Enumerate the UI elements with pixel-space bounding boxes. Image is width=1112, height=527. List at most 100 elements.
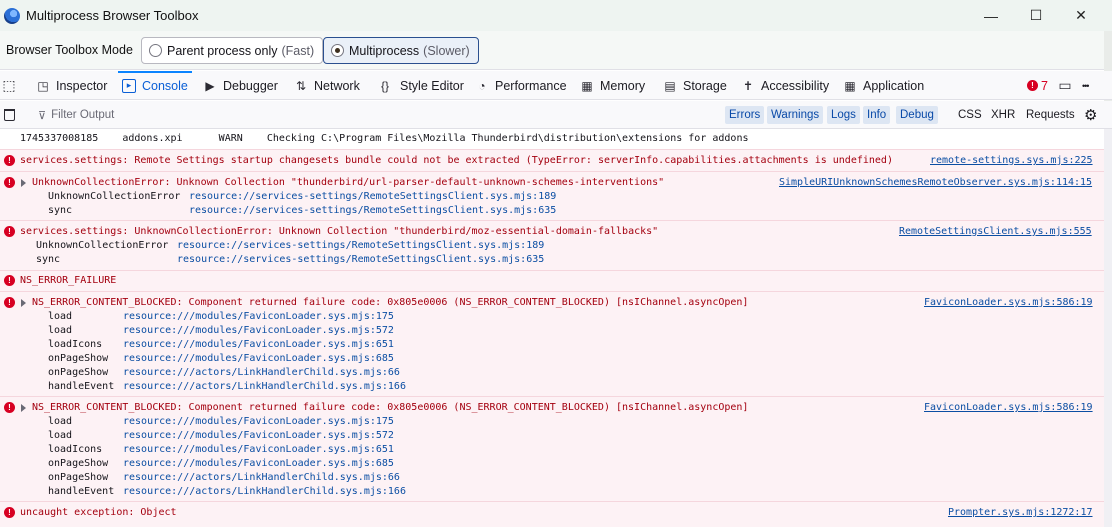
stack-frame-location[interactable]: resource://services-settings/RemoteSetti… — [177, 254, 544, 265]
tab-label: Inspector — [56, 78, 108, 93]
filter-xhr-button[interactable]: XHR — [987, 106, 1019, 124]
stack-frame-location[interactable]: resource:///modules/FaviconLoader.sys.mj… — [123, 353, 394, 364]
stack-frame-location[interactable]: resource:///actors/LinkHandlerChild.sys.… — [123, 367, 400, 378]
devtools-tab-bar: ⬚ ◳ Inspector ▸ Console ▶ Debugger ⇅ Net… — [0, 71, 1112, 100]
tab-console[interactable]: ▸ Console — [118, 71, 192, 100]
close-button[interactable]: ✕ — [1058, 0, 1104, 31]
message-text: NS_ERROR_CONTENT_BLOCKED: Component retu… — [32, 402, 749, 413]
filter-requests-button[interactable]: Requests — [1022, 106, 1079, 124]
stack-frame-location[interactable]: resource:///modules/FaviconLoader.sys.mj… — [123, 325, 394, 336]
console-icon: ▸ — [122, 78, 136, 93]
stack-frame-function: handleEvent — [48, 486, 115, 497]
stack-frame-location[interactable]: resource:///actors/LinkHandlerChild.sys.… — [123, 472, 400, 483]
error-icon: ! — [4, 155, 15, 166]
stack-frame-location[interactable]: resource:///modules/FaviconLoader.sys.mj… — [123, 311, 394, 322]
expand-arrow-icon[interactable] — [21, 404, 26, 412]
message-source-link[interactable]: FaviconLoader.sys.mjs:586:19 — [924, 402, 1093, 413]
message-source-link[interactable]: Prompter.sys.mjs:1272:17 — [948, 507, 1093, 518]
stack-frame-location[interactable]: resource:///modules/FaviconLoader.sys.mj… — [123, 339, 394, 350]
tab-label: Memory — [600, 78, 646, 93]
radio-label: Multiprocess — [349, 43, 420, 58]
filter-css-button[interactable]: CSS — [954, 106, 986, 124]
stack-frame-function: UnknownCollectionError — [48, 191, 181, 202]
toolbox-menu-button[interactable]: ••• — [1082, 71, 1090, 100]
tab-inspector[interactable]: ◳ Inspector — [36, 71, 107, 100]
filter-logs-button[interactable]: Logs — [827, 106, 860, 124]
stack-frame-function: load — [48, 416, 73, 427]
tab-performance[interactable]: ◔ Performance — [475, 71, 567, 100]
stack-frame-location[interactable]: resource:///actors/LinkHandlerChild.sys.… — [123, 381, 406, 392]
console-message: ! services.settings: Remote Settings sta… — [0, 149, 1104, 171]
error-count: 7 — [1041, 78, 1048, 93]
stack-frame-location[interactable]: resource://services-settings/RemoteSetti… — [189, 191, 556, 202]
stack-frame-location[interactable]: resource:///modules/FaviconLoader.sys.mj… — [123, 416, 394, 427]
stack-frame-location[interactable]: resource://services-settings/RemoteSetti… — [189, 205, 556, 216]
element-picker-button[interactable]: ⬚ — [2, 71, 22, 100]
stack-frame-location[interactable]: resource:///modules/FaviconLoader.sys.mj… — [123, 458, 394, 469]
tab-accessibility[interactable]: ✝ Accessibility — [741, 71, 829, 100]
stack-frame-function: loadIcons — [48, 444, 103, 455]
filter-info-button[interactable]: Info — [863, 106, 891, 124]
console-filter-bar: ⊽ Filter Output Errors Warnings Logs Inf… — [0, 101, 1112, 129]
multiprocess-radio[interactable]: Multiprocess (Slower) — [323, 37, 479, 64]
stack-frame-location[interactable]: resource://services-settings/RemoteSetti… — [177, 240, 544, 251]
expand-arrow-icon[interactable] — [21, 299, 26, 307]
tab-style-editor[interactable]: {} Style Editor — [376, 71, 464, 100]
clear-console-button[interactable] — [4, 101, 15, 129]
parent-process-only-radio[interactable]: Parent process only (Fast) — [141, 37, 324, 64]
maximize-button[interactable]: ☐ — [1013, 0, 1059, 31]
error-count-badge[interactable]: ! 7 — [1027, 71, 1048, 100]
error-icon: ! — [4, 402, 15, 413]
stack-frame-function: loadIcons — [48, 339, 103, 350]
toolbox-mode-bar: Browser Toolbox Mode Parent process only… — [0, 31, 1112, 70]
layout-icon: ▭ — [1058, 77, 1072, 93]
memory-icon: ▦ — [581, 78, 593, 93]
element-picker-icon: ⬚ — [2, 77, 16, 93]
filter-output-field[interactable]: ⊽ Filter Output — [38, 101, 114, 129]
console-settings-button[interactable]: ⚙ — [1084, 101, 1097, 129]
tab-storage[interactable]: ▤ Storage — [663, 71, 726, 100]
console-message: ! UnknownCollectionError: Unknown Collec… — [0, 171, 1104, 220]
radio-circle-icon — [149, 44, 162, 57]
tab-memory[interactable]: ▦ Memory — [580, 71, 645, 100]
radio-circle-icon — [331, 44, 344, 57]
message-text: uncaught exception: Object — [20, 507, 177, 518]
tab-label: Accessibility — [761, 78, 830, 93]
stack-frame-location[interactable]: resource:///modules/FaviconLoader.sys.mj… — [123, 444, 394, 455]
console-scrollbar[interactable] — [1104, 129, 1112, 527]
performance-icon: ◔ — [478, 78, 486, 93]
message-text: 1745337008185 addons.xpi WARN Checking C… — [20, 133, 749, 144]
radio-label: Parent process only — [167, 43, 278, 58]
radio-hint: (Slower) — [423, 43, 470, 58]
message-text: services.settings: Remote Settings start… — [20, 155, 893, 166]
filter-debug-button[interactable]: Debug — [896, 106, 938, 124]
stack-frame-location[interactable]: resource:///modules/FaviconLoader.sys.mj… — [123, 430, 394, 441]
expand-arrow-icon[interactable] — [21, 179, 26, 187]
filter-input[interactable]: Filter Output — [51, 109, 114, 121]
message-source-link[interactable]: SimpleURIUnknownSchemesRemoteObserver.sy… — [779, 177, 1092, 188]
title-bar: Multiprocess Browser Toolbox — ☐ ✕ — [0, 0, 1112, 31]
message-source-link[interactable]: FaviconLoader.sys.mjs:586:19 — [924, 297, 1093, 308]
console-message: 1745337008185 addons.xpi WARN Checking C… — [0, 129, 1104, 149]
minimize-button[interactable]: — — [968, 0, 1014, 31]
stack-frame-function: onPageShow — [48, 367, 109, 378]
stack-frame-location[interactable]: resource:///actors/LinkHandlerChild.sys.… — [123, 486, 406, 497]
tab-network[interactable]: ⇅ Network — [294, 71, 360, 100]
application-icon: ▦ — [844, 78, 856, 93]
error-icon: ! — [4, 177, 15, 188]
error-icon: ! — [4, 226, 15, 237]
tab-debugger[interactable]: ▶ Debugger — [203, 71, 278, 100]
message-text: NS_ERROR_CONTENT_BLOCKED: Component retu… — [32, 297, 749, 308]
message-source-link[interactable]: RemoteSettingsClient.sys.mjs:555 — [899, 226, 1092, 237]
stack-frame-function: sync — [36, 254, 61, 265]
message-source-link[interactable]: remote-settings.sys.mjs:225 — [930, 155, 1093, 166]
filter-errors-button[interactable]: Errors — [725, 106, 765, 124]
stack-frame-function: UnknownCollectionError — [36, 240, 169, 251]
tab-application[interactable]: ▦ Application — [843, 71, 924, 100]
tab-label: Application — [863, 78, 925, 93]
trash-icon — [4, 109, 15, 121]
toolbox-layout-button[interactable]: ▭ — [1058, 71, 1078, 100]
stack-frame-function: load — [48, 430, 73, 441]
tab-label: Performance — [495, 78, 567, 93]
filter-warnings-button[interactable]: Warnings — [767, 106, 824, 124]
